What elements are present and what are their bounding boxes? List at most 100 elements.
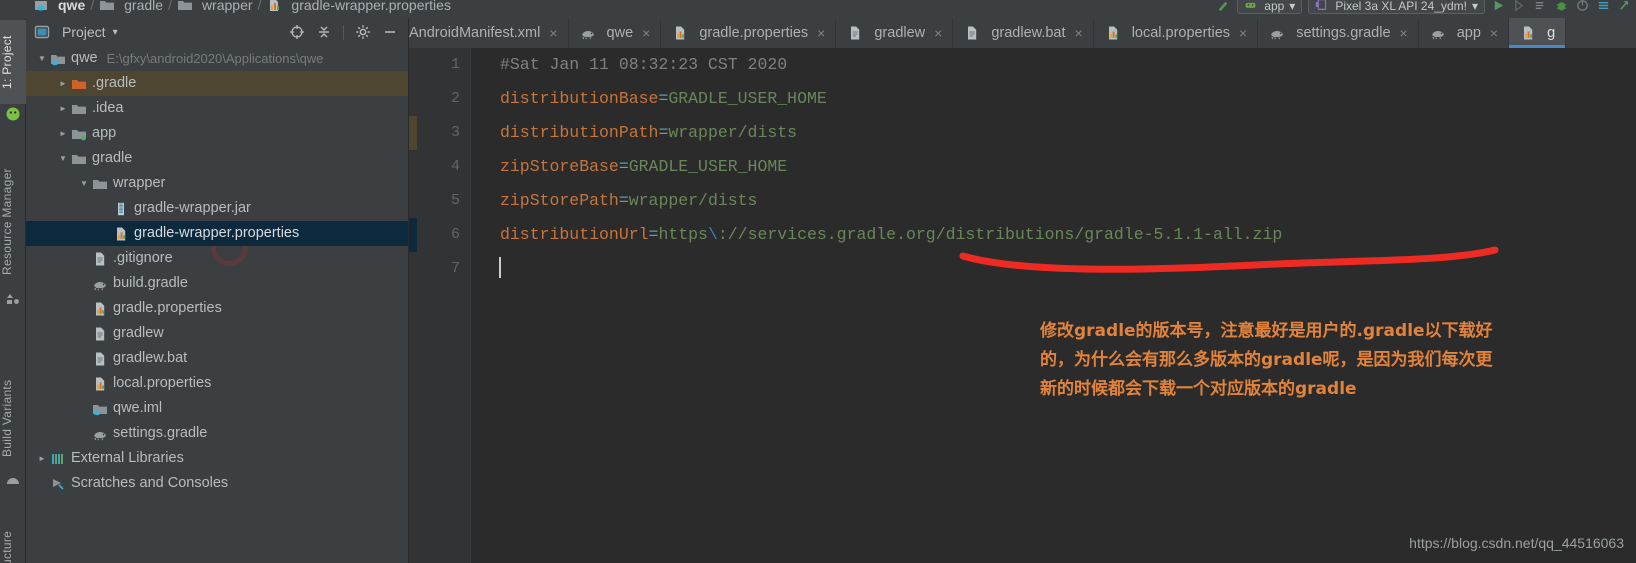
project-view-icon [34,24,50,40]
avd-manager-icon[interactable] [1617,0,1632,13]
tree-node-gradle[interactable]: ▼ gradle [26,146,408,171]
sidebar-item-project[interactable]: 1: Project [0,20,26,104]
code-line-6[interactable]: distributionUrl=https\://services.gradle… [471,218,1636,252]
device-selector[interactable]: Pixel 3a XL API 24_ydm! ▾ [1308,0,1485,14]
tree-node-external-libraries[interactable]: ► External Libraries [26,446,408,471]
code-line-3[interactable]: distributionPath=wrapper/dists [471,116,1636,150]
tree-node--idea[interactable]: ► .idea [26,96,408,121]
resource-icon [5,290,21,306]
text-file-icon [847,25,863,41]
tree-node-qwe[interactable]: ▼ qwe E:\gfxy\android2020\Applications\qwe [26,46,408,71]
folder-orange-icon [71,76,87,92]
editor-tab-g[interactable]: g [1509,18,1567,48]
apply-changes-icon[interactable] [1512,0,1527,13]
editor-tab-label: local.properties [1131,25,1231,41]
close-icon[interactable]: × [549,25,557,41]
chevron-right-icon[interactable]: ► [34,454,50,463]
tree-node-wrapper[interactable]: ▼ wrapper [26,171,408,196]
tree-node-label: settings.gradle [113,425,208,441]
code-line-7[interactable] [471,252,1636,286]
chevron-down-icon[interactable]: ▼ [34,54,50,63]
tree-node-label: gradle [92,150,133,166]
sync-gradle-icon[interactable] [1596,0,1611,13]
editor-code-area[interactable]: #Sat Jan 11 08:32:23 CST 2020 distributio… [471,48,1636,563]
run-configuration-selector[interactable]: app ▾ [1237,0,1303,14]
gradle-file-icon [1430,25,1446,41]
breadcrumb-item-module[interactable]: qwe [30,0,88,14]
editor-gutter[interactable]: 1 2 3 4 5 6 7 [409,48,471,563]
editor-tab-qwe[interactable]: qwe × [569,18,662,48]
bug-icon[interactable] [1554,0,1569,13]
code-editor[interactable]: 1 2 3 4 5 6 7 #Sat Jan 11 08:32:23 CST 2020 dis… [409,48,1636,563]
tree-node-gradle-properties[interactable]: gradle.properties [26,296,408,321]
breadcrumb-label: qwe [58,0,86,13]
breadcrumb-item-file[interactable]: gradle-wrapper.properties [263,0,454,14]
code-value: https [658,225,708,244]
tree-node-gradlew[interactable]: gradlew [26,321,408,346]
code-line-5[interactable]: zipStorePath=wrapper/dists [471,184,1636,218]
hide-icon[interactable] [382,24,398,40]
line-number: 4 [450,158,460,175]
locate-icon[interactable] [289,24,305,40]
tree-node-build-gradle[interactable]: build.gradle [26,271,408,296]
line-number: 5 [450,192,460,209]
sidebar-item-build-variants[interactable]: Build Variants [0,368,26,468]
code-line-4[interactable]: zipStoreBase=GRADLE_USER_HOME [471,150,1636,184]
editor-tab-bar[interactable]: AndroidManifest.xml × qwe × gradle.propertie… [409,18,1636,48]
editor-tab-gradle-properties[interactable]: gradle.properties × [661,18,837,48]
tree-node-app[interactable]: ► app [26,121,408,146]
chevron-right-icon[interactable]: ► [55,104,71,113]
settings-gear-icon[interactable] [355,24,371,40]
close-icon[interactable]: × [1075,25,1083,41]
gradle-file-icon [92,426,108,442]
close-icon[interactable]: × [1239,25,1247,41]
breadcrumb-item-wrapper[interactable]: wrapper [174,0,256,14]
project-tree[interactable]: ▼ qwe E:\gfxy\android2020\Applications\qwe… [26,46,408,563]
chevron-right-icon[interactable]: ► [55,129,71,138]
tree-node-label: gradle.properties [113,300,222,316]
profiler-icon[interactable] [1575,0,1590,13]
close-icon[interactable]: × [817,25,825,41]
editor-tab-gradlew[interactable]: gradlew × [836,18,954,48]
sidebar-item-structure[interactable]: ucture [0,518,26,563]
tree-node-local-properties[interactable]: local.properties [26,371,408,396]
tree-node-scratches-and-consoles[interactable]: Scratches and Consoles [26,471,408,496]
close-icon[interactable]: × [1400,25,1408,41]
tree-node-gradlew-bat[interactable]: gradlew.bat [26,346,408,371]
make-project-icon[interactable] [1216,0,1231,13]
code-equals: = [648,225,659,244]
editor-tab-app[interactable]: app × [1419,18,1510,48]
breadcrumb-item-gradle[interactable]: gradle [96,0,166,14]
close-icon[interactable]: × [1490,25,1498,41]
top-strip: qwe / gradle / wrapper / gradle-wrapper.… [0,0,1636,18]
tree-node--gitignore[interactable]: .gitignore [26,246,408,271]
debug-icon[interactable] [1533,0,1548,13]
tree-node--gradle[interactable]: ► .gradle [26,71,408,96]
editor-tab-androidmanifest-xml[interactable]: AndroidManifest.xml × [409,18,569,48]
tree-node-label: gradle-wrapper.jar [134,200,251,216]
tree-node-label: gradlew.bat [113,350,188,366]
jar-file-icon [113,201,129,217]
run-icon[interactable] [1491,0,1506,13]
code-line-1[interactable]: #Sat Jan 11 08:32:23 CST 2020 [471,48,1636,82]
tree-node-qwe-iml[interactable]: qwe.iml [26,396,408,421]
code-line-2[interactable]: distributionBase=GRADLE_USER_HOME [471,82,1636,116]
editor-tab-settings-gradle[interactable]: settings.gradle × [1258,18,1419,48]
tree-node-gradle-wrapper-properties[interactable]: gradle-wrapper.properties [26,221,408,246]
close-icon[interactable]: × [642,25,650,41]
editor-tab-local-properties[interactable]: local.properties × [1094,18,1259,48]
folder-icon [71,101,87,117]
sidebar-item-label: 1: Project [0,35,14,89]
editor-tab-gradlew-bat[interactable]: gradlew.bat × [953,18,1094,48]
device-label: Pixel 3a XL API 24_ydm! [1335,0,1467,13]
chevron-right-icon[interactable]: ► [55,79,71,88]
breadcrumb-label: gradle-wrapper.properties [291,0,451,13]
project-panel-title[interactable]: Project ▾ [34,24,118,40]
tree-node-gradle-wrapper-jar[interactable]: gradle-wrapper.jar [26,196,408,221]
tree-node-settings-gradle[interactable]: settings.gradle [26,421,408,446]
collapse-all-icon[interactable] [316,24,332,40]
chevron-down-icon[interactable]: ▼ [76,179,92,188]
chevron-down-icon[interactable]: ▼ [55,154,71,163]
close-icon[interactable]: × [934,25,942,41]
sidebar-item-resource-manager[interactable]: Resource Manager [0,158,26,286]
